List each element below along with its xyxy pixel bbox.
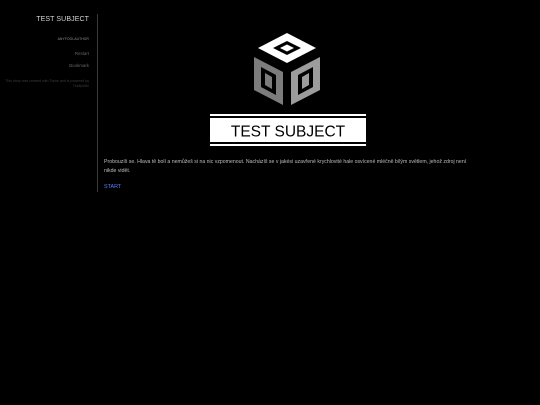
game-logo: TEST SUBJECT (210, 30, 368, 148)
page: TEST SUBJECT anyfoolauthor Restart Bookm… (0, 0, 540, 405)
start-link[interactable]: START (104, 184, 121, 190)
sidebar: TEST SUBJECT anyfoolauthor Restart Bookm… (0, 14, 98, 192)
logo-rule-top (210, 114, 366, 116)
story-author: anyfoolauthor (57, 37, 89, 41)
sidebar-credits-note: This story was created with Twine and is… (5, 79, 89, 88)
logo-rule-bottom (210, 144, 366, 146)
bookmark-link[interactable]: Bookmark (0, 63, 89, 68)
cube-logo-icon: TEST SUBJECT (210, 33, 366, 146)
story-title: TEST SUBJECT (36, 16, 89, 23)
passage-text: Probouzíš se. Hlava tě bolí a nemůžeš si… (104, 159, 467, 174)
logo-title-text: TEST SUBJECT (231, 124, 346, 141)
restart-link[interactable]: Restart (0, 51, 89, 56)
